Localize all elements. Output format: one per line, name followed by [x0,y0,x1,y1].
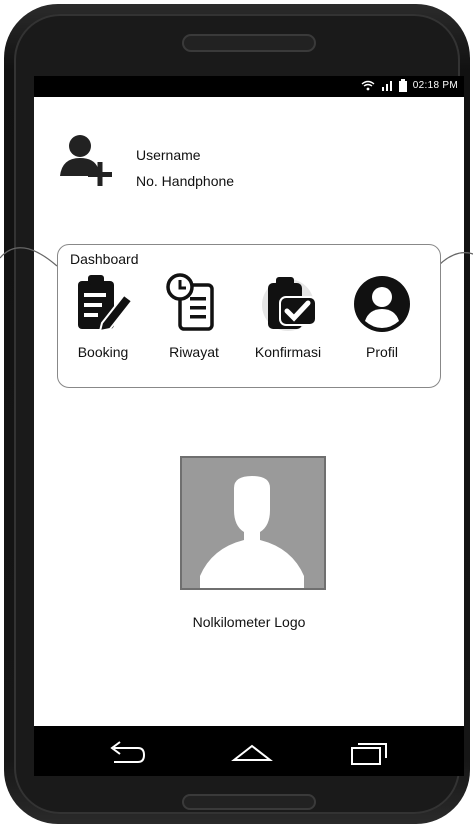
status-time: 02:18 PM [412,80,458,91]
logo-caption: Nolkilometer Logo [192,614,306,630]
dashboard-panel: Dashboard Booking Riwayat Konfirmasi Pro… [57,244,441,388]
home-button[interactable] [230,738,273,766]
user-circle-icon [354,276,410,332]
dashboard-item-konfirmasi[interactable]: Konfirmasi [248,273,328,360]
dashboard-title: Dashboard [70,251,139,267]
recent-apps-icon [351,743,387,765]
add-user-icon [60,135,112,186]
phone-label: No. Handphone [136,173,235,189]
dashboard-item-booking[interactable]: Booking [63,273,143,360]
confirm-check-icon [262,277,317,331]
phone-speaker [182,34,316,52]
dashboard-item-label: Konfirmasi [254,344,322,360]
recent-apps-button[interactable] [348,738,388,766]
history-document-icon [166,273,214,331]
android-nav-bar [34,726,464,776]
status-bar: 02:18 PM [34,76,464,97]
user-info: Username No. Handphone [136,142,234,194]
right-connector-curve [438,252,473,267]
dashboard-item-label: Booking [77,344,129,360]
app-screen: 02:18 PM Username No. Handphone Dashboar… [0,76,473,726]
home-icon [231,744,273,761]
logo-placeholder-image [180,456,326,590]
signal-icon [381,81,392,91]
back-arrow-icon [110,741,146,763]
left-connector-curve [0,247,58,267]
phone-bottom-grille [182,794,316,810]
person-silhouette-icon [200,476,304,588]
username-label: Username [136,147,201,163]
clipboard-edit-icon [78,275,134,333]
dashboard-item-riwayat[interactable]: Riwayat [154,273,234,360]
wifi-icon [361,80,375,91]
dashboard-item-label: Riwayat [169,344,219,360]
back-button[interactable] [106,738,146,766]
battery-icon [398,79,407,92]
dashboard-item-profil[interactable]: Profil [342,273,422,360]
dashboard-item-label: Profil [366,344,398,360]
add-user-button[interactable] [58,134,116,191]
